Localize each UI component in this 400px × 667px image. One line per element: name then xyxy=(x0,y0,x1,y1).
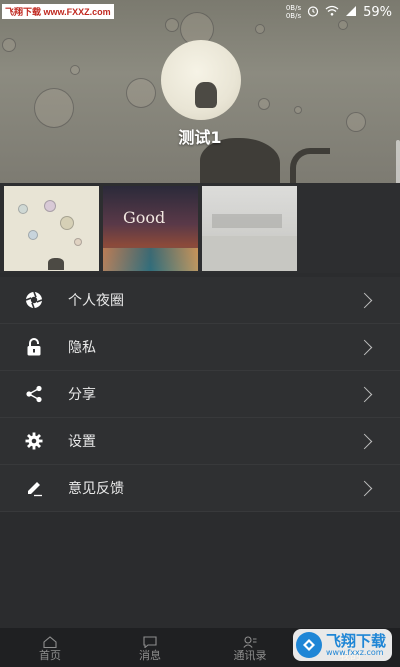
menu-item-share[interactable]: 分享 xyxy=(0,371,400,418)
network-speed: 0B/s 0B/s xyxy=(286,4,301,20)
watermark-logo: 飞翔下载 www.fxxz.com xyxy=(292,629,392,661)
home-icon xyxy=(43,633,57,648)
bubble-decoration xyxy=(70,65,80,75)
photo-dot xyxy=(74,238,82,246)
edit-icon xyxy=(24,478,44,498)
message-icon xyxy=(143,633,157,649)
menu-item-settings[interactable]: 设置 xyxy=(0,418,400,465)
photo-table xyxy=(103,248,198,271)
nav-item-messages[interactable]: 消息 xyxy=(100,628,200,667)
chevron-right-icon xyxy=(356,339,373,355)
logo-icon xyxy=(295,632,322,658)
chevron-right-icon xyxy=(356,386,373,402)
logo-url: www.fxxz.com xyxy=(325,647,384,657)
content-blank-area xyxy=(0,512,400,628)
profile-name[interactable]: 测试1 xyxy=(0,124,400,148)
bubble-decoration xyxy=(294,106,302,114)
bubble-decoration xyxy=(258,98,270,110)
status-bar: 飞翔下载 www.FXXZ.com 0B/s 0B/s 59% xyxy=(0,0,400,24)
nav-item-home[interactable]: 首页 xyxy=(0,628,100,667)
photo-blur-floor xyxy=(202,236,297,271)
photo-text: Good xyxy=(123,208,166,227)
bubble-decoration xyxy=(255,24,265,34)
aperture-icon xyxy=(24,290,44,310)
menu-item-privacy[interactable]: 隐私 xyxy=(0,324,400,371)
nav-label: 首页 xyxy=(39,648,61,662)
watermark-text: 飞翔下载 www.FXXZ.com xyxy=(2,4,114,19)
nav-label: 通讯录 xyxy=(233,648,267,662)
nav-label: 消息 xyxy=(139,648,161,662)
photo-strip: Good xyxy=(0,183,400,273)
menu-label: 设置 xyxy=(68,434,96,450)
cat-tail-illustration xyxy=(290,148,330,183)
signal-icon xyxy=(345,5,357,19)
chevron-right-icon xyxy=(356,292,373,308)
wifi-icon xyxy=(325,5,339,19)
net-down: 0B/s xyxy=(285,12,302,20)
lock-icon xyxy=(24,337,44,357)
logo-cn: 飞翔下载 xyxy=(325,631,386,650)
bubble-decoration xyxy=(2,38,16,52)
menu-label: 意见反馈 xyxy=(68,481,124,497)
photo-bubbles[interactable] xyxy=(4,186,99,271)
contacts-icon xyxy=(243,633,257,648)
photo-dot xyxy=(28,230,38,240)
menu-item-moments[interactable]: 个人夜圈 xyxy=(0,277,400,324)
share-icon xyxy=(24,384,44,404)
moon-illustration xyxy=(161,40,241,120)
photo-blur-shape xyxy=(212,214,282,228)
chevron-right-icon xyxy=(356,480,373,496)
menu-item-feedback[interactable]: 意见反馈 xyxy=(0,465,400,512)
photo-good-day[interactable]: Good xyxy=(103,186,198,271)
battery-percentage: 59% xyxy=(363,4,392,20)
menu-label: 个人夜圈 xyxy=(68,293,124,309)
settings-menu: 个人夜圈 隐私 分享 设置 意见反馈 xyxy=(0,277,400,512)
menu-label: 隐私 xyxy=(68,340,96,356)
photo-dot xyxy=(60,216,74,230)
logo-text: 飞翔下载 www.fxxz.com xyxy=(325,631,386,657)
menu-label: 分享 xyxy=(68,387,96,403)
photo-cat xyxy=(48,258,64,270)
gear-icon xyxy=(24,431,44,451)
net-up: 0B/s xyxy=(285,4,302,12)
chevron-right-icon xyxy=(356,433,373,449)
bubble-decoration xyxy=(126,78,156,108)
photo-dot xyxy=(44,200,56,212)
profile-header[interactable]: 测试1 xyxy=(0,0,400,183)
alarm-icon xyxy=(307,5,319,20)
bubble-decoration xyxy=(34,88,74,128)
small-cat-illustration xyxy=(195,82,217,108)
nav-item-contacts[interactable]: 通讯录 xyxy=(200,628,300,667)
photo-dot xyxy=(18,204,28,214)
photo-blurred[interactable] xyxy=(202,186,297,271)
